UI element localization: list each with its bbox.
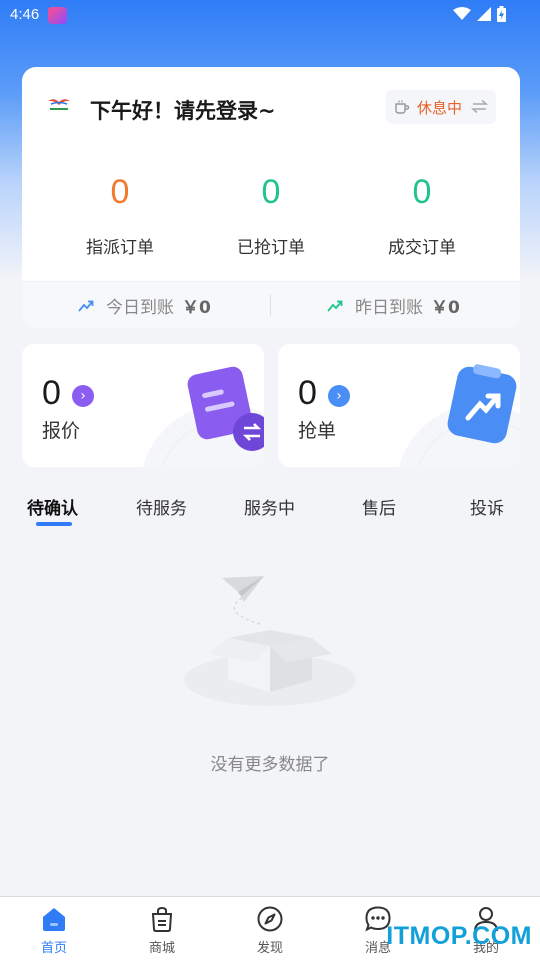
income-yesterday-label: 昨日到账: [355, 298, 423, 318]
income-today-label: 今日到账: [106, 298, 174, 318]
divider: [270, 294, 271, 316]
tab-pending-service[interactable]: 待服务: [136, 494, 187, 519]
chevron-right-icon: ›: [72, 385, 94, 407]
stat-value: 0: [110, 173, 130, 211]
shopping-bag-icon: [151, 906, 173, 932]
stat-grabbed-orders[interactable]: 0 已抢订单: [196, 171, 346, 258]
stat-label: 已抢订单: [237, 238, 305, 258]
status-icons: [453, 6, 506, 22]
trend-up-icon: [327, 300, 343, 312]
compass-icon: [257, 906, 283, 932]
nav-mall-label: 商城: [148, 941, 175, 956]
empty-state-text: 没有更多数据了: [210, 755, 330, 775]
summary-card: 下午好！请先登录~ 休息中 0 指派订单 0 已抢订单 0 成交订单 今日到账: [22, 67, 520, 328]
tab-pending-confirm[interactable]: 待确认: [27, 494, 78, 519]
work-status-label: 休息中: [417, 99, 463, 117]
stat-value: 0: [412, 173, 432, 211]
status-time: 4:46: [10, 6, 40, 23]
stat-assigned-orders[interactable]: 0 指派订单: [45, 171, 195, 258]
swap-arrows-icon: [471, 99, 488, 114]
quote-card[interactable]: 0 › 报价: [22, 344, 264, 467]
tab-after-sales[interactable]: 售后: [362, 494, 396, 519]
signal-icon: [477, 7, 491, 21]
tab-in-service[interactable]: 服务中: [244, 494, 295, 519]
quote-count: 0: [42, 374, 61, 412]
battery-icon: [497, 6, 506, 22]
empty-box-illustration: [184, 576, 356, 706]
income-today: 今日到账 ￥0: [78, 293, 211, 318]
stat-value: 0: [261, 173, 281, 211]
wifi-icon: [453, 7, 471, 20]
nav-home[interactable]: 首页: [0, 897, 108, 961]
status-bar: 4:46: [0, 0, 540, 30]
chevron-right-icon: ›: [328, 385, 350, 407]
nav-discover[interactable]: 发现: [216, 897, 324, 961]
income-bar: 今日到账 ￥0 昨日到账 ￥0: [22, 281, 520, 328]
tab-complaints[interactable]: 投诉: [470, 494, 504, 519]
stat-label: 成交订单: [388, 238, 456, 258]
work-status-toggle[interactable]: 休息中: [386, 90, 496, 124]
grab-count: 0: [298, 374, 317, 412]
watermark-text: ITMOP.COM: [386, 922, 532, 950]
stat-completed-orders[interactable]: 0 成交订单: [347, 171, 497, 258]
income-yesterday-value: ￥0: [431, 298, 460, 318]
income-today-value: ￥0: [182, 298, 211, 318]
nav-discover-label: 发现: [256, 941, 283, 956]
active-tab-indicator: [36, 522, 72, 526]
income-yesterday: 昨日到账 ￥0: [327, 293, 460, 318]
brand-logo-icon: [48, 99, 70, 110]
notification-app-icon: [48, 7, 67, 24]
nav-home-label: 首页: [40, 941, 67, 956]
quote-label: 报价: [42, 420, 81, 442]
coffee-cup-icon: [395, 100, 410, 114]
greeting-login-prompt[interactable]: 下午好！请先登录~: [90, 95, 276, 125]
quote-document-icon: [187, 366, 264, 451]
grab-label: 抢单: [298, 420, 337, 442]
trend-up-icon: [78, 300, 94, 312]
stat-label: 指派订单: [86, 238, 154, 258]
clipboard-trend-icon: [447, 364, 517, 444]
grab-order-card[interactable]: 0 › 抢单: [278, 344, 520, 467]
nav-mall[interactable]: 商城: [108, 897, 216, 961]
home-icon: [43, 908, 65, 931]
